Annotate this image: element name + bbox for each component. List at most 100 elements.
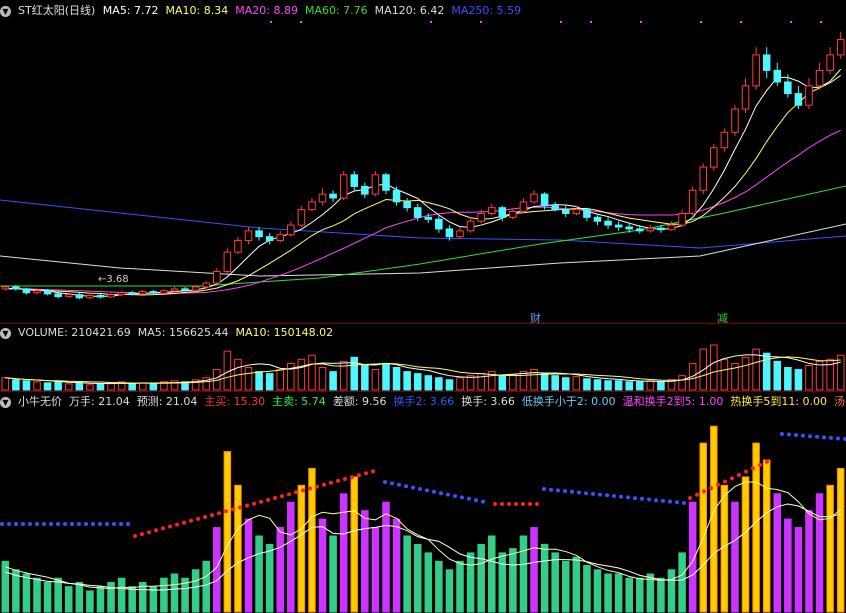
turnover-bar [636, 577, 644, 613]
signal-dot [0, 522, 4, 526]
candle-body [794, 93, 803, 106]
turnover-bar [604, 573, 612, 613]
signal-dot [371, 469, 375, 474]
signal-dot [688, 496, 692, 500]
candle-body [593, 216, 602, 222]
signal-dot [730, 476, 734, 481]
candle-body [498, 207, 507, 218]
volume-bar [614, 380, 623, 391]
volume-bar [805, 364, 813, 391]
signal-dot [77, 522, 81, 526]
legend-item: MA10: 150148.02 [235, 326, 334, 339]
signal-dot [563, 489, 567, 494]
volume-bar [540, 373, 549, 391]
volume-bar [593, 379, 602, 391]
signal-dot [105, 522, 109, 526]
signal-dot [801, 433, 805, 438]
signal-dot [357, 473, 361, 478]
candle-body [826, 54, 834, 71]
signal-dot [383, 480, 387, 484]
signal-dot [591, 491, 595, 496]
volume-bar [276, 369, 285, 391]
candle-body [96, 294, 105, 298]
chevron-down-icon[interactable]: ▼ [0, 5, 11, 17]
signal-dot [147, 530, 151, 535]
candle-body [382, 174, 390, 191]
candle-body [75, 294, 84, 299]
signal-dot [758, 463, 762, 467]
turnover-bar [625, 577, 633, 613]
signal-dot [453, 494, 457, 498]
signal-dot [514, 502, 518, 506]
turnover-bar [456, 560, 464, 613]
legend-item: 低换手小于2: 0.00 [521, 395, 616, 408]
volume-bar [371, 369, 380, 391]
volume-bar [64, 383, 73, 391]
signal-dot [329, 480, 333, 485]
turnover-bar [572, 556, 581, 613]
signal-dot [252, 501, 256, 506]
candle-body [138, 291, 147, 295]
signal-dot [584, 491, 588, 496]
volume-bar [43, 382, 52, 391]
candle-body [815, 69, 824, 87]
signal-dot [822, 435, 826, 440]
volume-bar [741, 356, 750, 391]
volume-bar [255, 371, 263, 391]
signal-dot [460, 495, 464, 500]
volume-header: ▼ VOLUME: 210421.69 MA5: 156625.44 MA10: 15… [0, 325, 846, 341]
volume-bar [773, 360, 782, 391]
signal-dot [364, 471, 368, 476]
turnover-bar [487, 535, 496, 613]
signal-dot [343, 477, 347, 481]
signal-dot [336, 478, 340, 483]
signal-dot [280, 494, 284, 499]
volume-bar [572, 376, 581, 391]
panel-divider [0, 391, 846, 392]
candle-body [1, 286, 10, 290]
turnover-bar [287, 501, 295, 613]
signal-dot [49, 522, 53, 526]
signal-dot [626, 495, 630, 500]
turnover-bar [128, 586, 136, 613]
signal-dot [266, 497, 270, 502]
volume-bar [720, 358, 729, 391]
signal-dot [350, 475, 354, 480]
volume-bar [604, 380, 612, 391]
signal-dot [238, 505, 242, 510]
volume-bar [329, 371, 337, 391]
volume-bar [265, 373, 274, 391]
volume-bar [477, 373, 485, 391]
legend-item: VOLUME: 210421.69 [18, 326, 131, 339]
candle-body [149, 291, 158, 294]
turnover-bar [784, 518, 792, 613]
turnover-bar [160, 577, 168, 613]
volume-bar [403, 371, 411, 391]
signal-dot [175, 522, 179, 527]
candle-body [836, 38, 845, 56]
turnover-bar [54, 577, 62, 613]
signal-dot [315, 484, 319, 489]
signal-dot [245, 503, 249, 508]
turnover-bar [498, 552, 507, 613]
signal-dot [744, 469, 748, 474]
price-header: ▼ ST红太阳(日线) MA5: 7.72 MA10: 8.34 MA20: 8.89… [0, 3, 846, 19]
signal-dot [28, 522, 32, 526]
volume-bar [22, 380, 31, 391]
candle-body [54, 293, 62, 298]
candle-body [572, 209, 581, 214]
chevron-down-icon[interactable]: ▼ [0, 327, 11, 339]
turnover-bar [318, 518, 327, 613]
signal-dot [535, 502, 539, 506]
signal-dot [21, 522, 25, 526]
chevron-down-icon[interactable]: ▼ [0, 396, 11, 408]
candle-body [519, 201, 528, 213]
signal-dot [210, 513, 214, 518]
turnover-bar [96, 586, 105, 613]
volume-bar [784, 367, 792, 391]
volume-bar [657, 381, 665, 391]
candle-body [244, 230, 253, 242]
signal-dot [740, 21, 742, 23]
signal-dot [815, 434, 819, 439]
turnover-bar [22, 573, 31, 613]
